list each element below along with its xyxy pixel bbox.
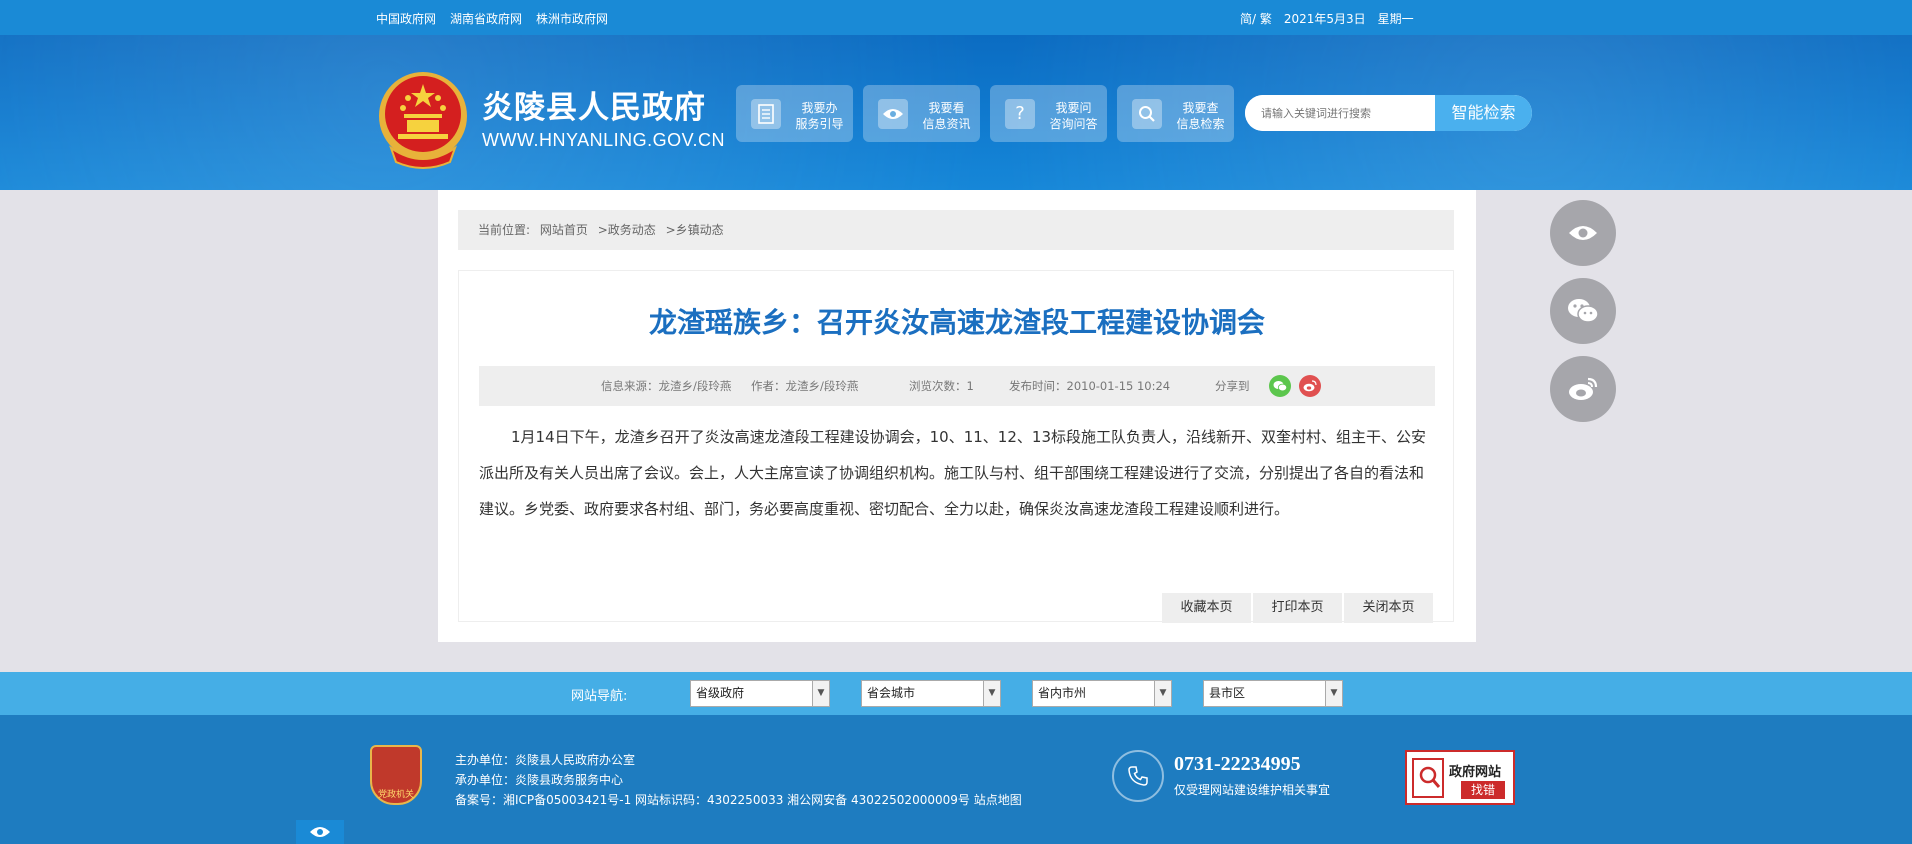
select-value: 省内市州 — [1038, 686, 1087, 700]
nav-label: 网站导航: — [571, 689, 628, 704]
select-prefectures[interactable]: 省内市州 ▼ — [1032, 680, 1172, 707]
side-weibo-button[interactable] — [1550, 356, 1616, 422]
chevron-down-icon: ▼ — [983, 681, 1000, 706]
quick-info-news-button[interactable]: 我要看 信息资讯 — [863, 85, 980, 142]
weekday-text: 星期一 — [1377, 12, 1414, 26]
eye-icon — [878, 99, 908, 129]
accessibility-toggle-button[interactable] — [296, 820, 344, 844]
link-china-gov[interactable]: 中国政府网 — [376, 10, 436, 27]
weibo-icon — [1569, 377, 1598, 400]
select-value: 县市区 — [1209, 686, 1246, 700]
quick-line1: 我要问 — [1055, 101, 1092, 115]
error-tag: 找错 — [1461, 781, 1505, 799]
national-emblem-icon — [379, 72, 467, 169]
quick-line1: 我要办 — [801, 101, 838, 115]
error-title: 政府网站 — [1449, 765, 1502, 780]
phone-icon — [1112, 750, 1164, 802]
quick-info-search-button[interactable]: 我要查 信息检索 — [1117, 85, 1234, 142]
chevron-down-icon: ▼ — [1154, 681, 1171, 706]
breadcrumb-home[interactable]: 网站首页 — [540, 223, 588, 237]
article-body: 1月14日下午，龙渣乡召开了炎汝高速龙渣段工程建设协调会，10、11、12、13… — [479, 428, 1426, 518]
weibo-icon — [1303, 380, 1317, 392]
chevron-down-icon: ▼ — [812, 681, 829, 706]
document-icon — [751, 99, 781, 129]
close-page-button[interactable]: 关闭本页 — [1344, 593, 1433, 623]
quick-line1: 我要看 — [928, 101, 965, 115]
bookmark-page-button[interactable]: 收藏本页 — [1162, 593, 1251, 623]
footer-info: 主办单位：炎陵县人民政府办公室 承办单位：炎陵县政务服务中心 备案号：湘ICP备… — [455, 750, 1022, 810]
share-wechat-button[interactable] — [1269, 375, 1291, 397]
date-text: 2021年5月3日 — [1283, 12, 1366, 26]
quick-line2: 服务引导 — [795, 117, 844, 131]
print-page-button[interactable]: 打印本页 — [1253, 593, 1342, 623]
contact-phone: 0731-22234995 — [1174, 753, 1301, 775]
article-meta: 信息来源：龙渣乡/段玲燕 作者：龙渣乡/段玲燕 浏览次数：1 发布时间：2010… — [479, 366, 1435, 406]
side-accessibility-button[interactable] — [1550, 200, 1616, 266]
magnifier-icon — [1412, 758, 1444, 798]
article-box: 龙渣瑶族乡：召开炎汝高速龙渣段工程建设协调会 信息来源：龙渣乡/段玲燕 作者：龙… — [458, 270, 1454, 623]
top-links: 中国政府网 湖南省政府网 株洲市政府网 — [376, 10, 608, 27]
breadcrumb-prefix: 当前位置: — [478, 223, 531, 237]
link-zhuzhou-gov[interactable]: 株洲市政府网 — [536, 10, 608, 27]
quick-service-guide-button[interactable]: 我要办 服务引导 — [736, 85, 853, 142]
breadcrumb-level1[interactable]: >政务动态 — [598, 223, 656, 237]
footer-record: 备案号：湘ICP备05003421号-1 网站标识码：4302250033 湘公… — [455, 793, 1022, 807]
select-provincial-capitals[interactable]: 省会城市 ▼ — [861, 680, 1001, 707]
meta-views: 浏览次数：1 — [909, 379, 974, 393]
site-navigation-bar: 网站导航: 省级政府 ▼ 省会城市 ▼ 省内市州 ▼ 县市区 ▼ — [0, 672, 1912, 715]
wechat-icon — [1568, 299, 1599, 323]
search-icon — [1132, 99, 1162, 129]
breadcrumb: 当前位置: 网站首页 >政务动态 >乡镇动态 — [458, 210, 1454, 250]
lang-switch[interactable]: 简/ 繁 — [1240, 10, 1272, 27]
site-header: 炎陵县人民政府 WWW.HNYANLING.GOV.CN 我要办 服务引导 我要… — [0, 35, 1912, 190]
share-weibo-button[interactable] — [1299, 375, 1321, 397]
select-counties[interactable]: 县市区 ▼ — [1203, 680, 1343, 707]
eye-icon — [1569, 226, 1597, 240]
article-container: 当前位置: 网站首页 >政务动态 >乡镇动态 龙渣瑶族乡：召开炎汝高速龙渣段工程… — [438, 190, 1476, 642]
meta-author: 作者：龙渣乡/段玲燕 — [751, 379, 859, 393]
smart-search-button[interactable]: 智能检索 — [1435, 95, 1532, 131]
quick-line2: 信息检索 — [1176, 117, 1225, 131]
top-bar: 中国政府网 湖南省政府网 株洲市政府网 简/ 繁 2021年5月3日 星期一 — [0, 0, 1912, 35]
footer-host: 主办单位：炎陵县人民政府办公室 — [455, 753, 636, 767]
site-url: WWW.HNYANLING.GOV.CN — [482, 130, 726, 150]
meta-published: 发布时间：2010-01-15 10:24 — [1009, 379, 1171, 393]
article-title: 龙渣瑶族乡：召开炎汝高速龙渣段工程建设协调会 — [648, 306, 1265, 339]
question-icon: ? — [1005, 99, 1035, 129]
quick-line2: 信息资讯 — [922, 117, 971, 131]
select-provincial-gov[interactable]: 省级政府 ▼ — [690, 680, 830, 707]
contact-phone-desc: 仅受理网站建设维护相关事宜 — [1174, 783, 1331, 797]
site-footer: 党政机关 主办单位：炎陵县人民政府办公室 承办单位：炎陵县政务服务中心 备案号：… — [0, 715, 1912, 844]
party-government-badge-icon[interactable]: 党政机关 — [370, 745, 422, 805]
quick-line1: 我要查 — [1182, 101, 1219, 115]
side-wechat-button[interactable] — [1550, 278, 1616, 344]
meta-source: 信息来源：龙渣乡/段玲燕 — [601, 379, 732, 393]
article-actions: 收藏本页 打印本页 关闭本页 — [1162, 593, 1433, 623]
site-name[interactable]: 炎陵县人民政府 — [482, 82, 706, 127]
search-input[interactable] — [1245, 95, 1435, 131]
meta-share-label: 分享到 — [1215, 379, 1250, 393]
chevron-down-icon: ▼ — [1325, 681, 1342, 706]
breadcrumb-level2[interactable]: >乡镇动态 — [666, 223, 724, 237]
eye-icon — [310, 827, 330, 837]
footer-organizer: 承办单位：炎陵县政务服务中心 — [455, 773, 624, 787]
select-value: 省级政府 — [696, 686, 745, 700]
report-error-button[interactable]: 政府网站 找错 — [1405, 750, 1515, 805]
search-bar: 智能检索 — [1245, 95, 1532, 131]
wechat-icon — [1273, 381, 1287, 392]
link-hunan-gov[interactable]: 湖南省政府网 — [450, 10, 522, 27]
top-right: 简/ 繁 2021年5月3日 星期一 — [1240, 10, 1414, 27]
select-value: 省会城市 — [867, 686, 916, 700]
quick-qa-button[interactable]: ? 我要问 咨询问答 — [990, 85, 1107, 142]
quick-line2: 咨询问答 — [1049, 117, 1098, 131]
